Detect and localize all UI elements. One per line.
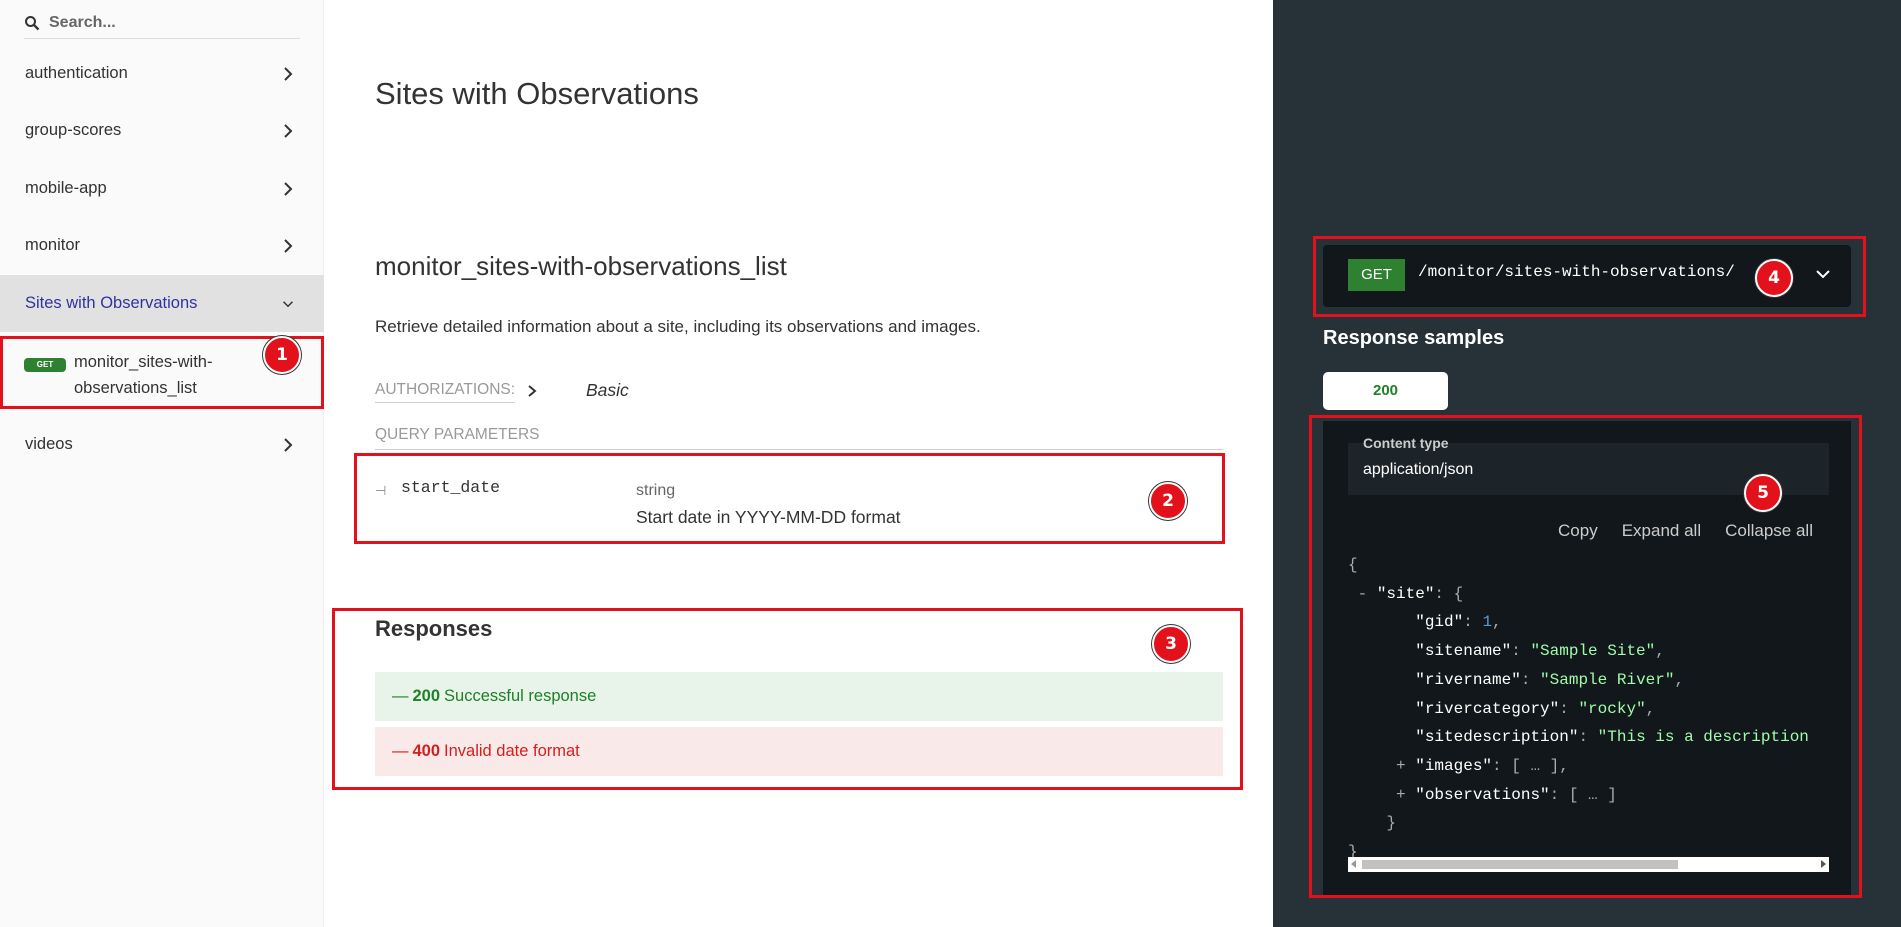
sidebar-item-authentication[interactable]: authentication: [0, 45, 324, 102]
sidebar-item-monitor[interactable]: monitor: [0, 217, 324, 274]
search-input[interactable]: [49, 14, 289, 32]
sidebar-item-label: monitor: [25, 236, 81, 254]
authorizations-value: Basic: [586, 380, 629, 400]
search-icon: [25, 16, 40, 31]
sidebar-item-videos[interactable]: videos: [0, 416, 324, 473]
sidebar-item-label: mobile-app: [25, 179, 107, 197]
annotation-marker: 4: [1755, 259, 1793, 297]
annotation-marker: 3: [1152, 625, 1190, 663]
chevron-right-icon: [284, 66, 293, 81]
chevron-right-icon: [284, 123, 293, 138]
sidebar: authentication group-scores mobile-app m…: [0, 0, 324, 927]
operation-description: Retrieve detailed information about a si…: [375, 317, 981, 336]
search-bar: [24, 8, 300, 39]
sidebar-item-sites-with-observations[interactable]: Sites with Observations: [0, 275, 324, 332]
tab-200[interactable]: 200: [1323, 372, 1448, 410]
annotation-marker: 2: [1149, 482, 1187, 520]
sidebar-item-label: authentication: [25, 64, 128, 82]
response-samples-heading: Response samples: [1323, 327, 1505, 349]
chevron-right-icon: [284, 238, 293, 253]
annotation-box: [354, 453, 1225, 544]
chevron-right-icon: [284, 181, 293, 196]
operation-title: monitor_sites-with-observations_list: [375, 251, 787, 281]
page-title: Sites with Observations: [375, 76, 699, 111]
chevron-right-icon[interactable]: [527, 384, 537, 398]
sidebar-item-label: videos: [25, 435, 73, 453]
authorizations-toggle[interactable]: AUTHORIZATIONS:: [375, 381, 516, 403]
sidebar-item-label: group-scores: [25, 121, 122, 139]
sidebar-item-label: Sites with Observations: [25, 294, 198, 312]
authorizations-row: AUTHORIZATIONS: Basic: [375, 380, 1225, 411]
sidebar-item-mobile-app[interactable]: mobile-app: [0, 160, 324, 217]
sidebar-item-group-scores[interactable]: group-scores: [0, 102, 324, 159]
annotation-box: [332, 608, 1243, 790]
query-parameters-heading: QUERY PARAMETERS: [375, 426, 1223, 450]
annotation-marker: 5: [1744, 474, 1782, 512]
annotation-marker: 1: [263, 336, 301, 374]
chevron-right-icon: [284, 437, 293, 452]
chevron-down-icon: [282, 300, 294, 307]
